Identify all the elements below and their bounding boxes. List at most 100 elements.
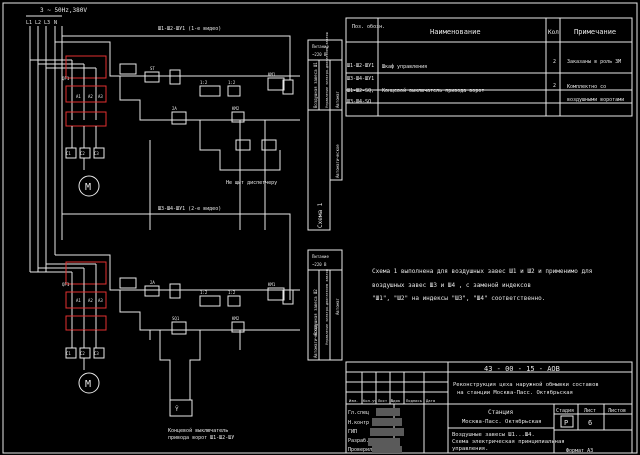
stage-header: Стадия <box>556 408 574 414</box>
limit-switch-caption-1: Концевой выключатель <box>168 428 228 434</box>
phase-label-l2: L2 <box>35 20 41 26</box>
svg-text:КМ2: КМ2 <box>232 316 240 321</box>
top-no-light-label: Не щит диспетчеру <box>226 180 277 186</box>
top-side-panel: Питание ~220 В Воздушная завеса Ш1 Управ… <box>307 32 343 231</box>
svg-text:QF1: QF1 <box>62 76 70 81</box>
svg-text:QF1: QF1 <box>62 282 70 287</box>
svg-text:С3: С3 <box>94 351 99 356</box>
spec-header-qty: Кол <box>548 29 559 36</box>
svg-text:С2: С2 <box>80 351 85 356</box>
circuit-bottom: Ш3-Ш4-ШУ1 (2-е видео) С1 С2 С3 M QF1 А1 … <box>55 206 300 441</box>
svg-text:А2: А2 <box>88 298 93 303</box>
signature-redacted <box>368 438 400 446</box>
signature-redacted <box>372 418 402 426</box>
svg-text:1:2: 1:2 <box>228 80 236 85</box>
limit-switch-caption-2: привода ворот Ш1-Ш2-ШУ <box>168 435 234 441</box>
svg-text:1:2: 1:2 <box>228 290 236 295</box>
svg-text:С3: С3 <box>94 151 99 156</box>
spec-header-note: Примечание <box>574 28 616 36</box>
svg-text:С1: С1 <box>66 151 71 156</box>
svg-text:Ŷ: Ŷ <box>175 406 179 413</box>
spec-row-3-qty: 2 <box>553 83 556 89</box>
signature-redacted <box>372 446 402 453</box>
svg-text:Воздушная завеса Ш1: Воздушная завеса Ш1 <box>313 62 318 108</box>
sheet-header: Лист <box>584 408 596 414</box>
svg-text:Лист: Лист <box>378 398 387 403</box>
svg-text:Управление электро-двигателем: Управление электро-двигателем завесы <box>325 269 329 345</box>
svg-text:2A: 2A <box>150 280 155 285</box>
svg-text:А1: А1 <box>76 94 81 99</box>
svg-text:Управление электро-двигателем: Управление электро-двигателем завесы <box>325 32 329 108</box>
doc-code: 43 - 00 - 15 - АОВ <box>484 365 560 373</box>
role-3: ГИП <box>348 429 357 435</box>
supply-lines <box>29 26 96 273</box>
limit-switch-box <box>169 399 193 417</box>
svg-text:А3: А3 <box>98 94 103 99</box>
svg-text:А1: А1 <box>76 298 81 303</box>
role-1: Гл.спец <box>348 410 369 416</box>
spec-table: Поз. обозн. Наименование Кол Примечание … <box>345 17 633 117</box>
svg-text:А2: А2 <box>88 94 93 99</box>
spec-header-pos: Поз. обозн. <box>352 23 385 30</box>
role-4: Разраб. <box>348 437 369 444</box>
svg-text:ST: ST <box>150 66 155 71</box>
spec-header-name: Наименование <box>430 28 481 36</box>
role-2: Н.контр <box>348 420 369 426</box>
svg-text:Дата: Дата <box>426 398 435 403</box>
phase-label-l3: L3 <box>44 20 50 26</box>
role-5: Проверил <box>348 447 372 453</box>
spec-row-1-pos: Ш1-Ш2-ШУ1 <box>347 63 374 69</box>
spec-row-1-name: Шкаф управления <box>382 64 427 70</box>
circuit-top: Ш1-Ш2-ШУ1 (1-е видео) С1 С2 С3 M QF1 А1 … <box>55 26 300 230</box>
spec-row-3-name: Концевой выключатель привода ворот <box>382 88 484 94</box>
svg-text:Подпись: Подпись <box>406 398 422 403</box>
signature-redacted <box>376 408 400 416</box>
svg-text:КМ2: КМ2 <box>232 106 240 111</box>
svg-text:С1: С1 <box>66 351 71 356</box>
note-line-3: "Ш1", "Ш2" на индексы "Ш3", "Ш4" соответ… <box>372 295 545 302</box>
stage-value: Р <box>564 419 568 427</box>
format-label: Формат А3 <box>566 448 593 454</box>
svg-text:1:2: 1:2 <box>200 80 208 85</box>
station-name: Москва-Пасс. Октябрьская <box>462 418 541 425</box>
drawing-canvas: 3 ~ 50Hz,380V L1 L2 L3 N Ш1-Ш2-ШУ1 (1-е … <box>2 2 638 454</box>
svg-text:Автомат: Автомат <box>335 91 340 108</box>
sheet-value: 6 <box>588 419 592 427</box>
spec-row-4-note: воздушными воротами <box>567 97 624 103</box>
top-motor-label: M <box>85 182 91 193</box>
bottom-motor-label: M <box>85 379 91 390</box>
phase-label-l1: L1 <box>26 20 32 26</box>
subject-1: Воздушные завесы Ш1...Ш4. <box>452 432 535 438</box>
spec-row-3-note: Комплектно со <box>567 84 606 90</box>
phase-labels: L1 L2 L3 N <box>26 20 57 26</box>
svg-text:С2: С2 <box>80 151 85 156</box>
svg-text:2A: 2A <box>172 106 177 111</box>
supply-label: 3 ~ 50Hz,380V <box>40 7 87 14</box>
svg-text:1:2: 1:2 <box>200 290 208 295</box>
svg-text:КМ1: КМ1 <box>268 72 276 77</box>
svg-text:А3: А3 <box>98 298 103 303</box>
spec-row-2-pos: Ш3-Ш4-ШУ1 <box>347 76 374 82</box>
scheme-note: Схема 1 выполнена для воздушных завес Ш1… <box>372 268 592 302</box>
sheets-total-header: Листов <box>608 408 626 414</box>
svg-text:Кол.уч: Кол.уч <box>363 398 377 403</box>
note-line-1: Схема 1 выполнена для воздушных завес Ш1… <box>372 268 592 275</box>
phase-label-n: N <box>54 20 57 26</box>
svg-text:Автомат: Автомат <box>335 298 340 315</box>
spec-row-1-qty: 2 <box>553 59 556 65</box>
spec-row-3-pos: Ш1-Ш2-SQ, <box>347 88 374 94</box>
svg-text:Автоматическое: Автоматическое <box>313 324 318 358</box>
spec-row-4-pos: Ш3-Ш4-SQ <box>347 99 371 105</box>
svg-text:№док: №док <box>391 398 401 403</box>
svg-text:Питание: Питание <box>312 254 329 259</box>
title-block: 43 - 00 - 15 - АОВ Реконструкция цеха на… <box>345 361 633 454</box>
note-line-2: воздушных завес Ш3 и Ш4 , с заменой инде… <box>372 282 531 289</box>
bottom-bus-label: Ш3-Ш4-ШУ1 (2-е видео) <box>158 206 221 212</box>
project-title-2: на станции Москва-Пасс. Октябрьская <box>457 389 573 396</box>
station-label: Станция <box>488 409 513 416</box>
scheme-vertical-label: Схема 1 <box>317 202 324 228</box>
subject-2: Схема электрическая принципиальная <box>452 439 565 445</box>
svg-text:КМ1: КМ1 <box>268 282 276 287</box>
svg-text:Изм.: Изм. <box>349 398 358 403</box>
bottom-side-panel: Питание ~220 В Воздушная завеса Ш2 Управ… <box>307 249 343 361</box>
